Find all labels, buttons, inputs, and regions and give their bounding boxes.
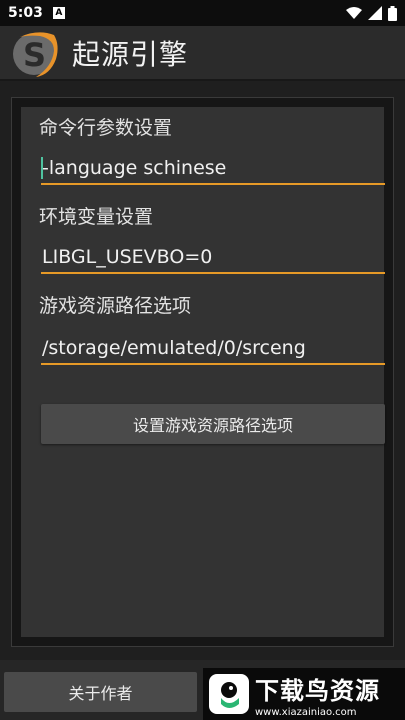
bottom-bar: 关于作者 下载鸟资源 www.xiazainiao.com — [0, 660, 405, 720]
status-bar: 5:03 A — [0, 0, 405, 26]
text-caret — [41, 157, 43, 179]
path-field — [41, 333, 385, 365]
bird-logo-icon — [209, 674, 249, 714]
settings-panel: 命令行参数设置 环境变量设置 游戏资源路径选项 设置游戏资源路径选项 — [11, 97, 394, 647]
args-field — [41, 153, 385, 185]
watermark-title: 下载鸟资源 — [255, 676, 380, 705]
env-label: 环境变量设置 — [39, 206, 154, 228]
path-label: 游戏资源路径选项 — [39, 295, 192, 317]
path-input[interactable] — [41, 333, 385, 363]
status-icons — [346, 5, 397, 21]
settings-panel-inner: 命令行参数设置 环境变量设置 游戏资源路径选项 设置游戏资源路径选项 — [21, 107, 385, 637]
wifi-icon — [346, 7, 362, 19]
battery-icon — [388, 5, 397, 21]
watermark: 下载鸟资源 www.xiazainiao.com — [203, 668, 405, 720]
env-input[interactable] — [41, 242, 385, 272]
signal-icon — [368, 6, 382, 20]
about-author-button[interactable]: 关于作者 — [4, 672, 197, 712]
app-title: 起源引擎 — [72, 37, 189, 71]
svg-text:S: S — [23, 36, 46, 74]
args-input[interactable] — [41, 153, 385, 183]
notification-a-icon: A — [52, 7, 65, 19]
watermark-text: 下载鸟资源 www.xiazainiao.com — [255, 671, 380, 718]
app-bar: S 起源引擎 — [0, 26, 405, 81]
status-time: 5:03 — [8, 5, 43, 21]
watermark-url: www.xiazainiao.com — [255, 706, 357, 718]
set-path-button[interactable]: 设置游戏资源路径选项 — [41, 404, 385, 444]
source-engine-logo-icon: S — [13, 31, 58, 77]
args-label: 命令行参数设置 — [39, 117, 173, 139]
env-field — [41, 242, 385, 274]
